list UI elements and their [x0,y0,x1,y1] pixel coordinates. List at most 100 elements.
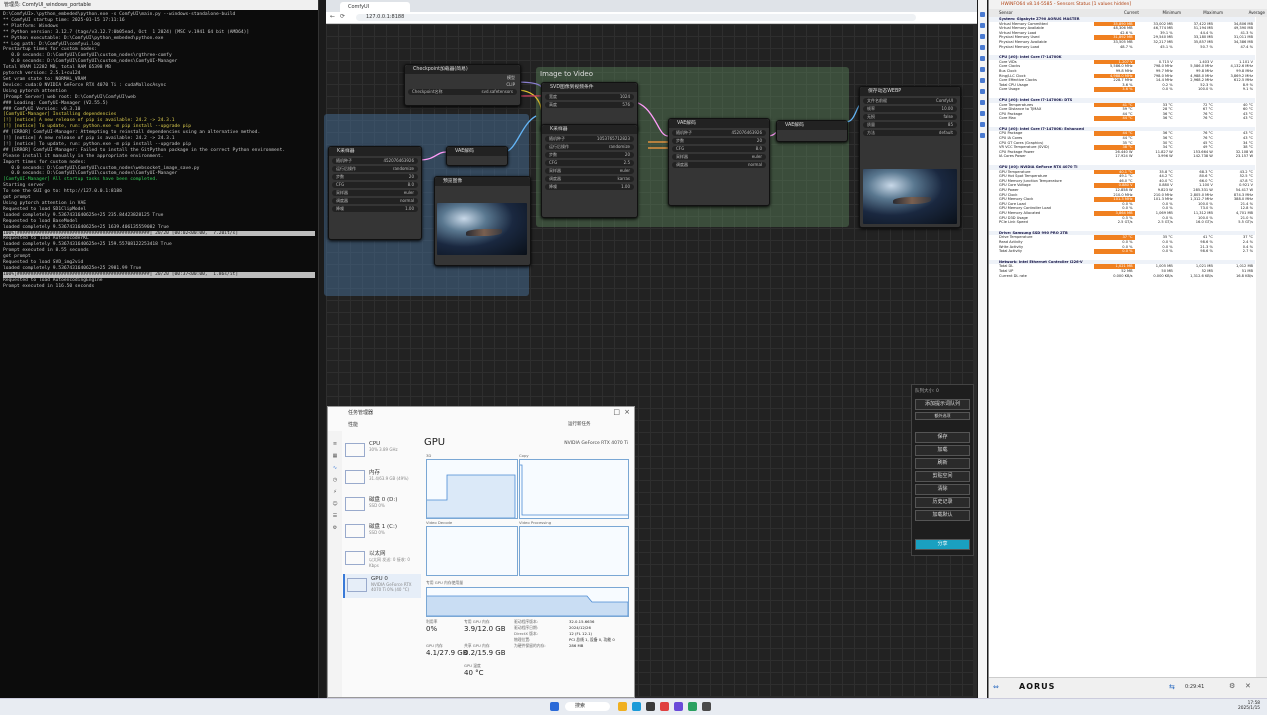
run-new-task-button[interactable]: 运行新任务 [568,419,591,431]
taskbar-search[interactable]: 搜索 [565,702,610,711]
widget-steps[interactable]: 步数 20 [545,152,634,158]
refresh-button[interactable]: 刷新 [915,458,970,469]
side-strip-icon[interactable] [980,67,985,72]
widget-steps-2[interactable]: 步数 20 [672,138,766,144]
hwinfo-column-header[interactable]: Sensor [989,9,1099,17]
tm-resource-item[interactable]: CPU 30% 3.89 GHz [343,439,421,463]
file-explorer-icon[interactable] [618,702,627,711]
widget-control-3[interactable]: 运行后操作 randomize [332,166,418,172]
tm-resource-item[interactable]: 磁盘 0 (D:) SSD 0% [343,493,421,517]
back-icon[interactable]: ← [330,13,335,20]
widget-scheduler-2[interactable]: 调度器 normal [672,162,766,168]
side-strip-icon[interactable] [980,12,985,17]
port-clip[interactable]: CLIP [410,82,515,87]
taskbar-clock[interactable]: 17:58 2025/1/15 [1238,701,1260,711]
terminal-output[interactable]: D:\ComfyUI>.\python_embeded\python.exe -… [0,10,318,694]
widget-steps-3[interactable]: 步数 20 [332,174,418,180]
windows-start-icon[interactable] [550,702,559,711]
widget-sampler[interactable]: 采样器 euler [545,168,634,174]
widget-denoise[interactable]: 降噪 1.00 [545,184,634,190]
chrome-icon[interactable] [660,702,669,711]
users-icon[interactable]: ☺ [328,498,342,510]
services-icon[interactable]: ⚙ [328,522,342,534]
node-ksampler-video[interactable]: K采样器 随机种子 1053765712823 运行后操作 randomize 步数… [541,124,638,218]
history-button[interactable]: 历史记录 [915,497,970,508]
side-strip-icon[interactable] [980,45,985,50]
tm-resource-item[interactable]: 磁盘 1 (C:) SSD 0% [343,520,421,544]
widget-seed-2[interactable]: 随机种子 452076463926 [672,130,766,136]
hwinfo-sensor-row[interactable]: Total Activity 0.0 % 0.0 % 98.6 % 2.7 % [989,249,1255,254]
task-manager-window[interactable]: 任务管理器 × □ 性能 运行新任务 ≡ ▦ ∿ ◷ ⚡ ☺ ☰ ⚙ CPU 30… [327,406,635,698]
hwinfo-sensor-row[interactable]: PCIe Link Speed 2.5 GT/s 2.5 GT/s 16.0 GT/s… [989,220,1255,225]
settings-icon[interactable]: ⚙ [1229,682,1235,690]
app-icon[interactable] [674,702,683,711]
close-icon[interactable]: × [624,408,630,416]
task-manager-icon[interactable] [688,702,697,711]
load-button[interactable]: 加载 [915,445,970,456]
node-vae-decode[interactable]: VAE解码 [776,120,848,142]
browser-tab[interactable]: ComfyUI [340,2,410,12]
hwinfo-sensor-row[interactable]: IA Cores Power 17.924 W 3.996 W 142.738 W 23… [989,154,1255,159]
node-preview-image[interactable]: 预览图像 [434,176,531,266]
hwinfo-scrollbar[interactable] [1256,17,1267,677]
node-ksampler-image[interactable]: K采样器 随机种子 452076463926 运行后操作 randomize 步数 2… [328,146,422,240]
widget-scheduler[interactable]: 调度器 karras [545,176,634,182]
widget-cfg-2[interactable]: CFG 8.0 [672,146,766,152]
close-icon[interactable]: ✕ [1245,682,1251,690]
terminal-icon[interactable] [646,702,655,711]
share-button[interactable]: 分享 [915,539,970,550]
side-strip-icon[interactable] [980,23,985,28]
widget-control[interactable]: 运行后操作 randomize [545,144,634,150]
widget-cfg[interactable]: CFG 2.5 [545,160,634,166]
hwinfo-sensor-table[interactable]: System: Gigabyte Z790 AORUS MASTER Virtua… [989,17,1255,677]
widget-cfg-3[interactable]: CFG 8.0 [332,182,418,188]
widget-sampler-2[interactable]: 采样器 euler [672,154,766,160]
widget-method[interactable]: 方法 default [863,130,957,136]
widget-ckpt-name[interactable]: Checkpoint名称 svd.safetensors [408,89,517,95]
node-save-animated-webp[interactable]: 保存动态WEBP 文件名前缀 ComfyUI 帧率 10.00 无损 false 质量… [859,86,961,228]
extra-options-toggle[interactable]: 额外选项 [915,412,970,420]
tm-resource-item[interactable]: GPU 0 NVIDIA GeForce RTX 4070 Ti 0% (40 °… [343,574,421,598]
node-checkpoint-loader[interactable]: Checkpoint加载器(简易) 模型 CLIP Checkpoint名称 sv… [404,64,521,106]
widget-seed-3[interactable]: 随机种子 452076463926 [332,158,418,164]
hwinfo-column-header[interactable]: Current [1099,9,1141,17]
widget-seed[interactable]: 随机种子 1053765712823 [545,136,634,142]
side-strip-icon[interactable] [980,111,985,116]
port-model[interactable]: 模型 [410,75,515,81]
node-vae-decode-video[interactable]: VAE解码 随机种子 452076463926 步数 20 CFG 8.0 采样器 eu… [668,118,770,206]
terminal-window[interactable]: 管理员: ComfyUI_windows_portable D:\ComfyUI… [0,0,319,698]
widget-fps[interactable]: 帧率 10.00 [863,106,957,112]
save-button[interactable]: 保存 [915,432,970,443]
hwinfo-column-header[interactable]: Maximum [1183,9,1225,17]
tm-resource-item[interactable]: 内存 31.4/63.9 GB (49%) [343,466,421,490]
queue-menu[interactable]: 队列大小: 0 添加提示词队列 额外选项 保存 加载 刷新 剪贴空间 清除 历史… [911,384,974,556]
side-strip-icon[interactable] [980,133,985,138]
maximize-icon[interactable]: □ [613,408,620,416]
clipspace-button[interactable]: 剪贴空间 [915,471,970,482]
arrows-icon[interactable]: ⇔ [993,683,999,691]
widget-quality[interactable]: 质量 85 [863,122,957,128]
widget-denoise-3[interactable]: 降噪 1.00 [332,206,418,212]
side-strip-icon[interactable] [980,56,985,61]
hwinfo-sensor-row[interactable]: Current DL rate 0.000 KB/s 0.000 KB/s 1,312… [989,274,1255,279]
clear-button[interactable]: 清除 [915,484,970,495]
reload-icon[interactable]: ⟳ [340,13,345,20]
widget-width[interactable]: 宽度 1024 [545,94,634,100]
widget-scheduler-3[interactable]: 调度器 normal [332,198,418,204]
side-strip-icon[interactable] [980,122,985,127]
hwinfo-column-header[interactable]: Average [1225,9,1267,17]
hwinfo-sensor-row[interactable]: Core Max 44 °C 36 °C 76 °C 43 °C [989,116,1255,121]
network-icon[interactable]: ⇆ [1169,683,1175,691]
menu-icon[interactable]: ≡ [328,438,342,450]
queue-prompt-button[interactable]: 添加提示词队列 [915,399,970,410]
performance-icon[interactable]: ∿ [328,462,342,474]
widget-sampler-3[interactable]: 采样器 euler [332,190,418,196]
history-icon[interactable]: ◷ [328,474,342,486]
url-input[interactable]: 127.0.0.1:8188 [356,14,916,21]
hwinfo-icon[interactable] [702,702,711,711]
processes-icon[interactable]: ▦ [328,450,342,462]
hwinfo-column-header[interactable]: Minimum [1141,9,1183,17]
hwinfo-sensor-row[interactable]: Physical Memory Load 48.7 % 45.1 % 50.7 % 47… [989,45,1255,50]
widget-height[interactable]: 高度 576 [545,102,634,108]
startup-icon[interactable]: ⚡ [328,486,342,498]
